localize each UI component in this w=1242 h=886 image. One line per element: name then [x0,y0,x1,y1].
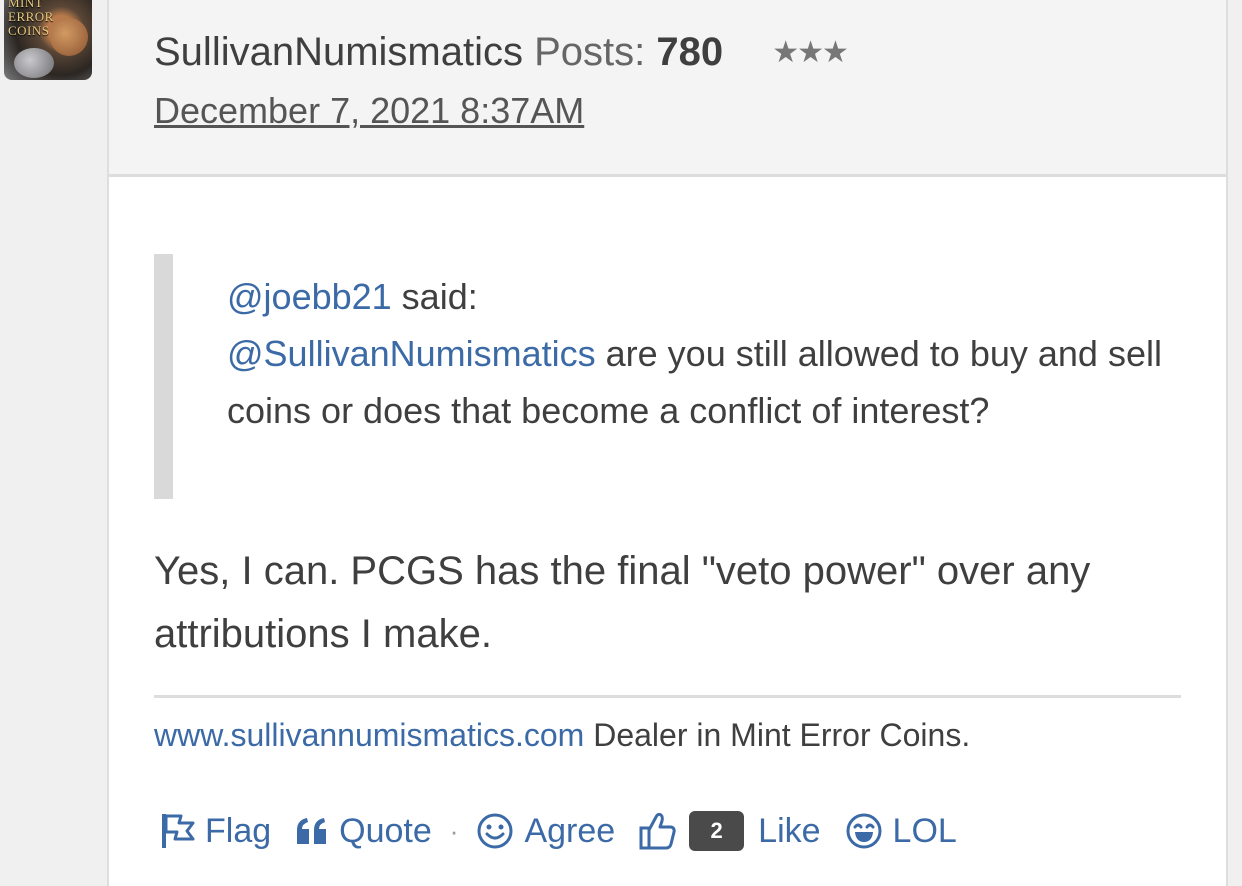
lol-label: LOL [892,811,957,850]
like-thumbs-up-icon [639,812,676,850]
agree-button[interactable]: Agree [476,812,615,851]
lol-laugh-icon [846,813,882,849]
blockquote: @joebb21 said: @SullivanNumismatics are … [154,254,1164,499]
user-signature: www.sullivannumismatics.com Dealer in Mi… [154,715,970,755]
quote-author-mention[interactable]: @joebb21 [227,276,392,317]
agree-smile-icon [477,813,513,849]
avatar-coin-silver [14,48,54,78]
message-body: Yes, I can. PCGS has the final "veto pow… [154,549,1091,656]
posts-count: 780 [656,30,724,74]
author-line: SullivanNumismatics Posts: 780 ★★★ [154,28,849,77]
flag-icon [162,814,195,848]
agree-label: Agree [524,811,616,850]
signature-text: Dealer in Mint Error Coins. [584,717,971,753]
author-avatar[interactable]: MINT ERROR COINS [4,0,92,80]
flag-label: Flag [205,811,272,850]
flag-button[interactable]: Flag [159,812,271,851]
like-count-badge: 2 [689,811,745,851]
signature-link[interactable]: www.sullivannumismatics.com [154,717,584,753]
quote-label: Quote [339,811,432,850]
reaction-bar: Flag Quote · Agree 2 Like LOL [159,804,981,858]
avatar-coin-copper [50,18,88,56]
like-button[interactable]: 2 Like [639,811,821,851]
lol-button[interactable]: LOL [845,812,957,851]
discussion-page: MINT ERROR COINS SullivanNumismatics Pos… [0,0,1242,886]
posts-label: Posts: [534,30,646,74]
quote-icon [297,818,327,844]
quote-said-text: said: [391,276,478,317]
post-header: SullivanNumismatics Posts: 780 ★★★ Decem… [109,0,1226,177]
rank-stars-icon: ★★★ [772,36,849,69]
post-date-link[interactable]: December 7, 2021 8:37AM [154,90,584,132]
reaction-separator: · [449,815,459,846]
quote-button[interactable]: Quote [295,812,432,851]
forum-post: SullivanNumismatics Posts: 780 ★★★ Decem… [107,0,1228,886]
like-label: Like [758,811,821,850]
signature-divider [154,695,1181,698]
quote-mention-link[interactable]: @SullivanNumismatics [227,333,596,374]
author-name-link[interactable]: SullivanNumismatics [154,30,523,74]
